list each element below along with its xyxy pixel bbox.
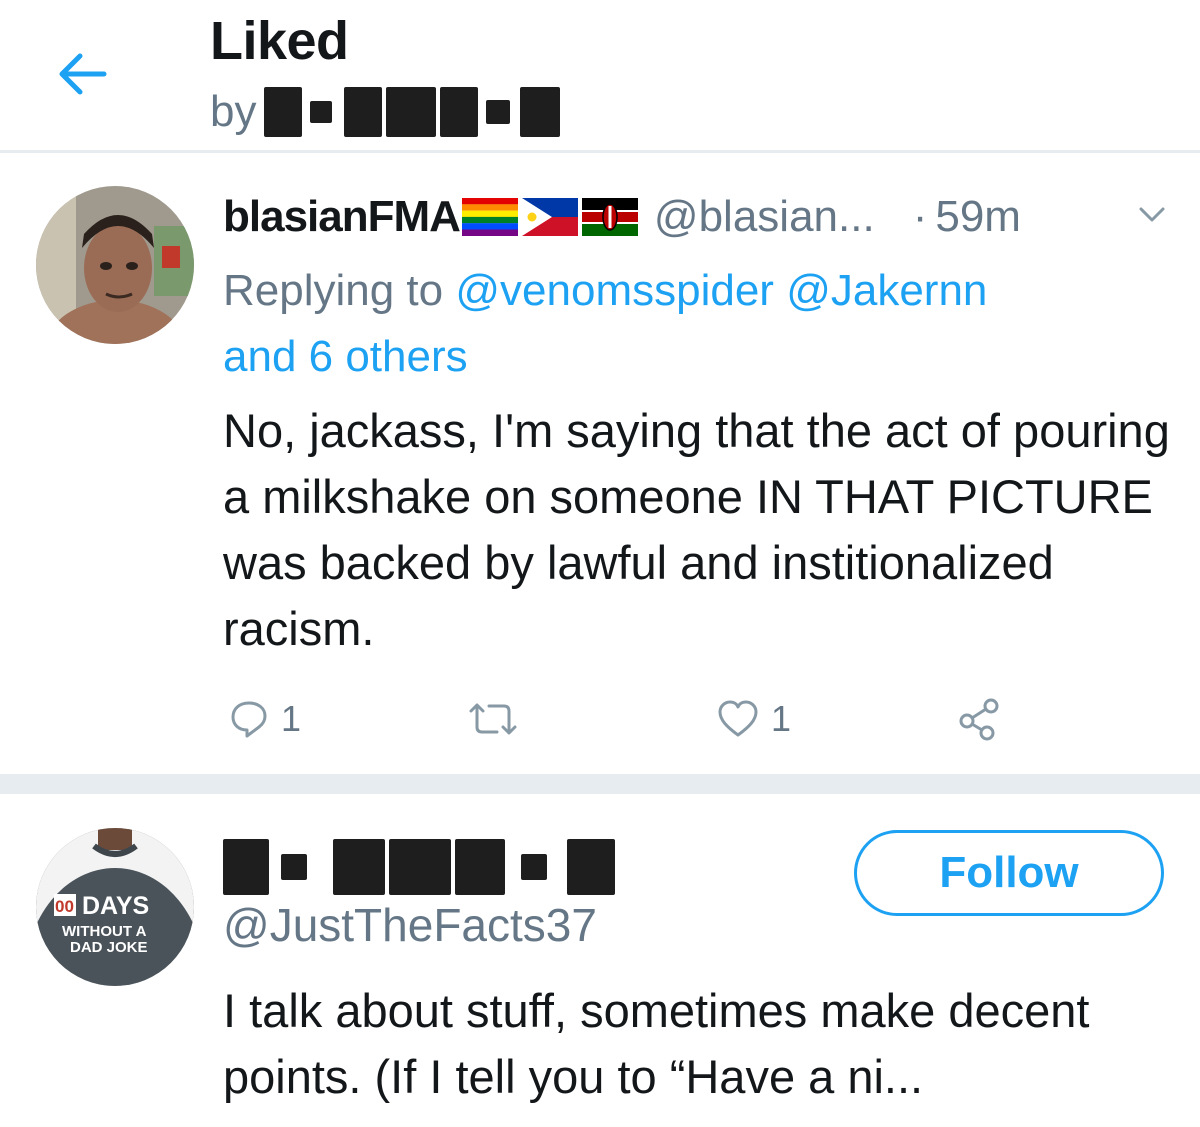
user-bio: I talk about stuff, sometimes make decen… <box>223 984 1090 1103</box>
retweet-button[interactable] <box>465 690 521 748</box>
liked-by-line: by <box>210 82 561 142</box>
reply-others-link[interactable]: and 6 others <box>223 332 468 381</box>
share-icon <box>959 698 999 741</box>
header-bar: Liked by <box>0 0 1200 150</box>
tweet-time[interactable]: 59m <box>935 192 1021 242</box>
reply-user-link[interactable]: @Jakernn <box>786 266 987 315</box>
flag-emojis <box>461 198 642 236</box>
replying-to: Replying to @venomsspider @Jakernn and 6… <box>223 258 1173 390</box>
display-name[interactable]: blasianFMA <box>223 192 461 242</box>
chevron-down-icon[interactable] <box>1138 205 1166 225</box>
tweet-header: blasianFMA @blasian... · 59m <box>223 188 1183 246</box>
like-button[interactable]: 1 <box>717 690 791 748</box>
avatar[interactable] <box>36 186 194 344</box>
reply-user-link[interactable]: @venomsspider <box>455 266 774 315</box>
shirt-counter: 00 <box>55 897 74 916</box>
retweet-icon <box>469 703 517 735</box>
rainbow-flag-icon <box>461 198 518 236</box>
tweet-actions: 1 1 <box>223 690 1183 748</box>
philippines-flag-icon <box>521 198 578 236</box>
page-title: Liked <box>210 11 349 71</box>
avatar[interactable]: 00 DAYS WITHOUT A DAD JOKE <box>36 828 194 986</box>
section-divider <box>0 774 1200 794</box>
tweet-text: No, jackass, I'm saying that the act of … <box>223 404 1170 655</box>
redacted-username <box>264 87 561 137</box>
back-arrow-icon[interactable] <box>52 48 112 100</box>
like-count: 1 <box>771 698 792 739</box>
header-divider <box>0 150 1200 153</box>
reply-button[interactable]: 1 <box>229 690 301 748</box>
shirt-text-days: DAYS <box>82 892 149 920</box>
share-button[interactable] <box>957 690 1001 748</box>
by-label: by <box>210 87 257 136</box>
reply-icon <box>231 701 267 738</box>
follow-button[interactable]: Follow <box>854 830 1164 916</box>
reply-count: 1 <box>281 698 302 739</box>
shirt-text-dadjoke: DAD JOKE <box>70 939 148 956</box>
kenya-flag-icon <box>581 198 638 236</box>
tweet-handle[interactable]: @blasian... <box>654 192 875 242</box>
user-handle[interactable]: @JustTheFacts37 <box>223 898 597 952</box>
separator-dot: · <box>912 192 928 241</box>
redacted-display-name[interactable] <box>223 838 615 896</box>
heart-icon <box>718 700 758 737</box>
shirt-text-without: WITHOUT A <box>62 923 147 940</box>
replying-label: Replying to <box>223 266 444 315</box>
